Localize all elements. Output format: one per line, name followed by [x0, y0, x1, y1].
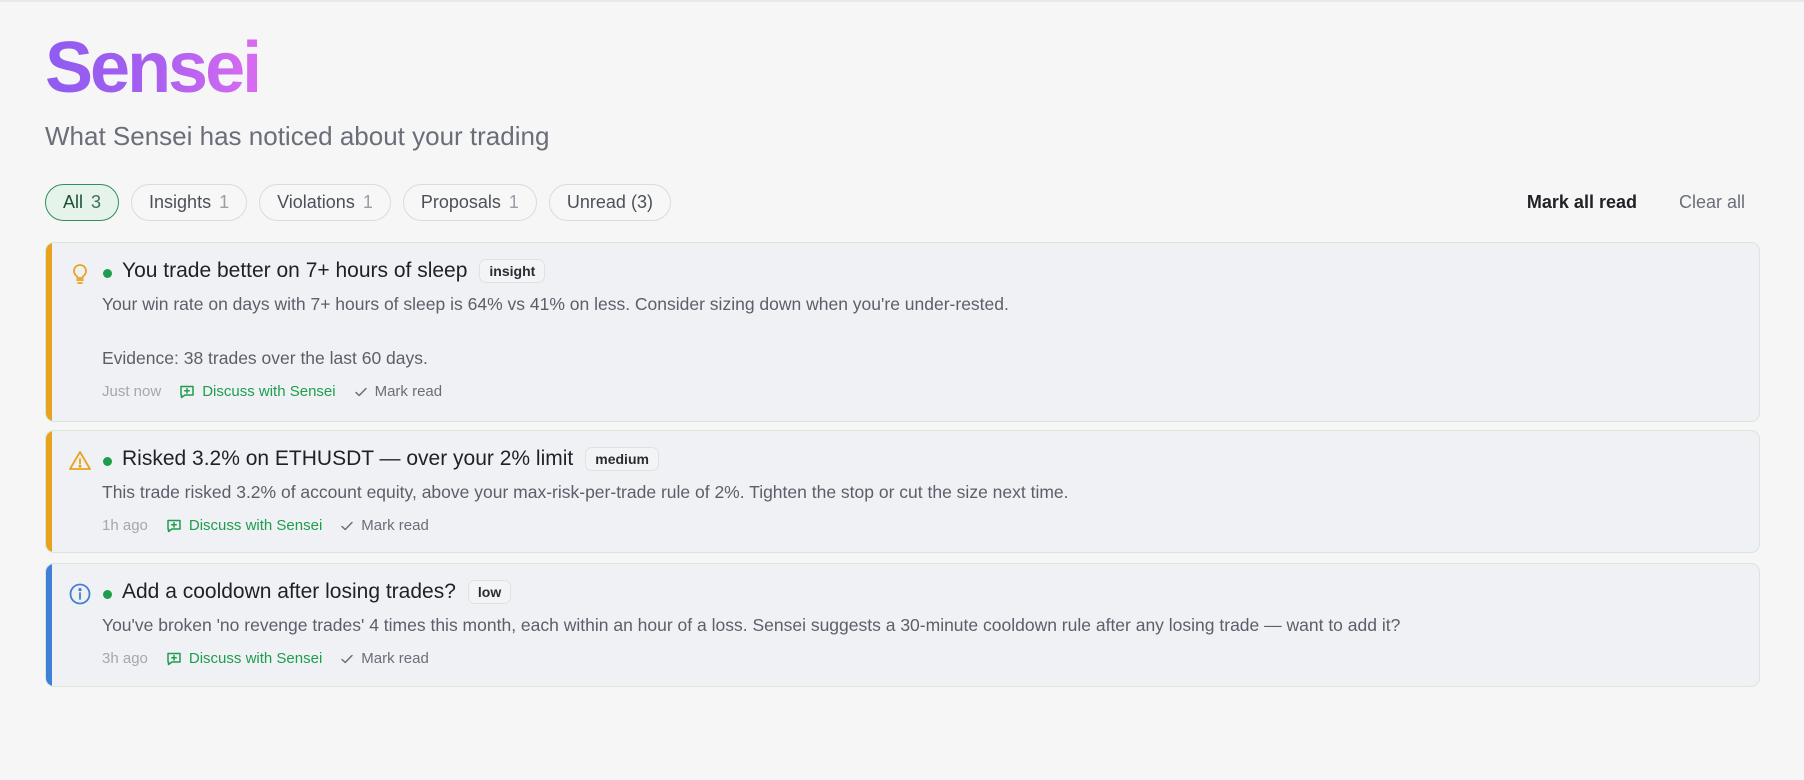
notification-time: 3h ago [102, 650, 148, 667]
filter-chip-proposals[interactable]: Proposals 1 [402, 184, 537, 221]
notification-time: 1h ago [102, 517, 148, 534]
notification-meta: 3h ago Discuss with Sensei Mark read [102, 650, 429, 667]
filter-chip-violations[interactable]: Violations 1 [259, 184, 391, 221]
filter-chip-insights[interactable]: Insights 1 [131, 184, 248, 221]
top-divider [0, 0, 1804, 2]
lightbulb-icon [68, 262, 92, 286]
discuss-label: Discuss with Sensei [188, 650, 323, 667]
check-icon [341, 521, 354, 530]
warning-triangle-icon [68, 449, 92, 473]
discuss-with-sensei-button[interactable]: Discuss with Sensei [166, 650, 322, 667]
discuss-with-sensei-button[interactable]: Discuss with Sensei [179, 383, 336, 400]
list-actions: Mark all read Clear all [1527, 184, 1745, 221]
mark-read-button[interactable]: Mark read [340, 650, 429, 667]
chat-plus-icon [180, 385, 194, 398]
notification-title: Add a cooldown after losing trades? [122, 580, 456, 603]
chat-plus-icon [167, 519, 181, 532]
filter-chip-unread[interactable]: Unread (3) [548, 184, 671, 221]
notification-meta: Just now Discuss with Sensei Mark read [102, 383, 442, 400]
notification-body: Your win rate on days with 7+ hours of s… [102, 294, 1009, 368]
page-subtitle: What Sensei has noticed about your tradi… [45, 121, 550, 151]
mark-all-read-button[interactable]: Mark all read [1527, 192, 1637, 213]
notification-title: Risked 3.2% on ETHUSDT — over your 2% li… [122, 447, 574, 470]
card-accent-bar [46, 564, 52, 686]
notification-body: This trade risked 3.2% of account equity… [102, 482, 1069, 502]
discuss-label: Discuss with Sensei [202, 383, 336, 400]
unread-dot [103, 269, 112, 278]
filter-chip-all[interactable]: All 3 [45, 184, 120, 221]
filter-chip-label: All [63, 192, 84, 212]
notification-card-insight[interactable]: You trade better on 7+ hours of sleep in… [45, 242, 1760, 422]
notification-badge: low [467, 580, 512, 604]
filter-chip-label: Unread (3) [566, 192, 653, 212]
notification-meta: 1h ago Discuss with Sensei Mark read [102, 517, 429, 534]
mark-read-button[interactable]: Mark read [340, 517, 429, 534]
info-circle-icon [68, 582, 92, 606]
filter-chip-label: Insights [149, 192, 212, 212]
mark-read-label: Mark read [361, 650, 429, 667]
filter-chip-count: 1 [508, 192, 519, 212]
sensei-logo: Sensei [45, 28, 262, 108]
mark-read-label: Mark read [361, 517, 429, 534]
notification-card-proposal[interactable]: Add a cooldown after losing trades? low … [45, 563, 1760, 687]
notification-time: Just now [102, 383, 162, 400]
filter-chips: All 3 Insights 1 Violations 1 Proposals … [45, 184, 671, 221]
filter-chip-count: 1 [219, 192, 230, 212]
notification-body: You've broken 'no revenge trades' 4 time… [102, 615, 1401, 635]
card-accent-bar [46, 431, 52, 552]
notification-badge: medium [585, 447, 659, 471]
filter-chip-label: Violations [277, 192, 355, 212]
filter-chip-label: Proposals [420, 192, 501, 212]
unread-dot [103, 457, 112, 466]
check-icon [354, 387, 367, 396]
notification-header: You trade better on 7+ hours of sleep in… [122, 259, 546, 283]
discuss-with-sensei-button[interactable]: Discuss with Sensei [166, 517, 322, 534]
check-icon [341, 654, 354, 663]
mark-read-button[interactable]: Mark read [354, 383, 443, 400]
mark-read-label: Mark read [374, 383, 443, 400]
filter-chip-count: 1 [362, 192, 373, 212]
notification-badge: insight [479, 259, 546, 283]
clear-all-button[interactable]: Clear all [1679, 192, 1745, 213]
unread-dot [103, 590, 112, 599]
chat-plus-icon [167, 652, 181, 665]
notification-header: Add a cooldown after losing trades? low [122, 580, 512, 604]
notification-header: Risked 3.2% on ETHUSDT — over your 2% li… [122, 447, 659, 471]
card-accent-bar [46, 243, 52, 421]
notification-card-violation[interactable]: Risked 3.2% on ETHUSDT — over your 2% li… [45, 430, 1760, 553]
filter-chip-count: 3 [91, 192, 102, 212]
discuss-label: Discuss with Sensei [188, 517, 323, 534]
notification-title: You trade better on 7+ hours of sleep [122, 259, 468, 282]
